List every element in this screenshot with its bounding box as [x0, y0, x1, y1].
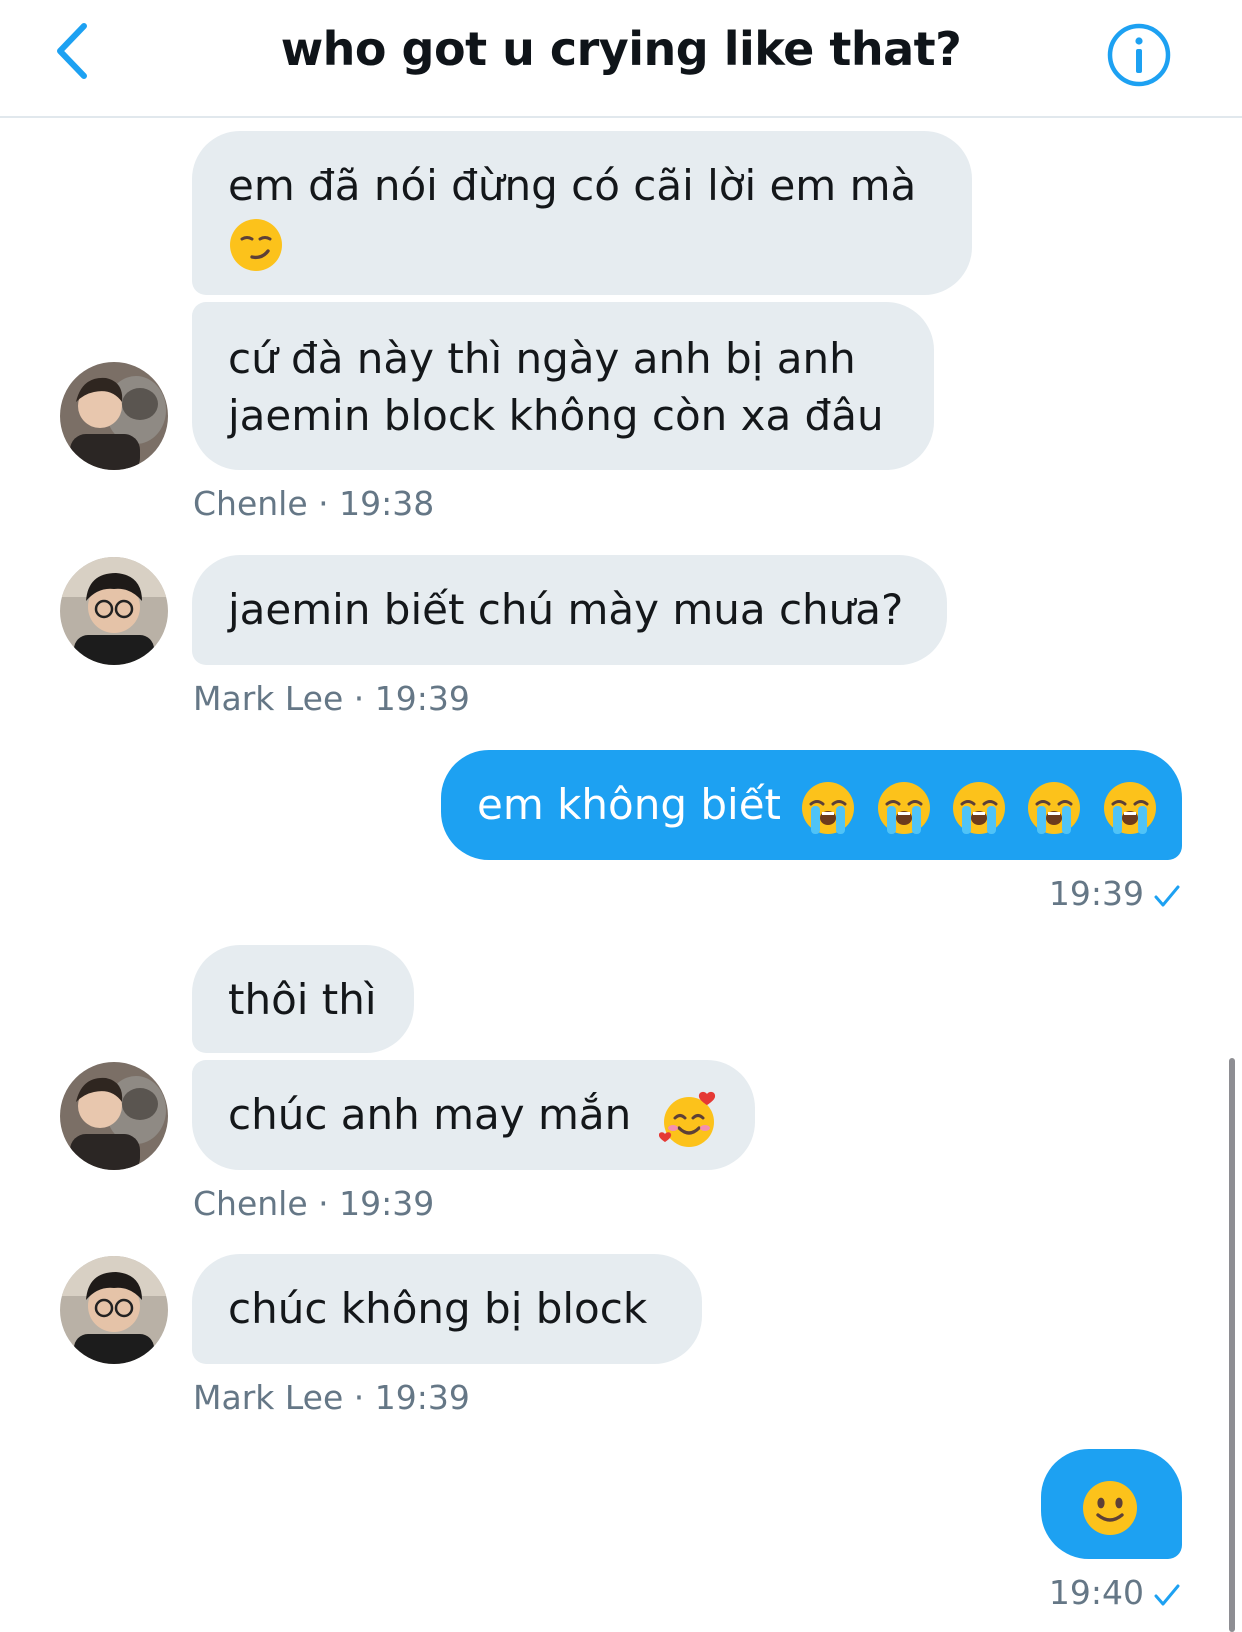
avatar-mark-lee[interactable] [60, 1256, 168, 1364]
message-meta: Mark Lee · 19:39 [193, 1378, 470, 1417]
message-text-line: jaemin block không còn xa đâu [228, 391, 884, 440]
chevron-left-icon [57, 23, 87, 79]
sent-check-icon [1154, 885, 1180, 906]
message-bubble-outgoing[interactable] [1041, 1449, 1182, 1559]
smirking-face-emoji [228, 217, 284, 273]
loudly-crying-face-emoji [876, 780, 932, 836]
message-meta: Chenle · 19:39 [193, 1184, 435, 1223]
message-meta-outgoing: 19:40 [900, 1573, 1182, 1612]
message-text: em đã nói đừng có cãi lời em mà [228, 161, 917, 210]
message-text: thôi thì [228, 975, 377, 1024]
message-text: chúc không bị block [228, 1284, 648, 1333]
message-text-line: cứ đà này thì ngày anh bị anh [228, 334, 856, 383]
message-meta: Chenle · 19:38 [193, 484, 435, 523]
avatar-chenle[interactable] [60, 362, 168, 470]
loudly-crying-face-emoji [951, 780, 1007, 836]
avatar-chenle[interactable] [60, 1062, 168, 1170]
message-bubble-incoming[interactable]: thôi thì [192, 945, 414, 1053]
message-meta: Mark Lee · 19:39 [193, 679, 470, 718]
message-bubble-incoming[interactable]: em đã nói đừng có cãi lời em mà [192, 131, 972, 295]
message-bubble-incoming[interactable]: cứ đà này thì ngày anh bị anh jaemin blo… [192, 302, 934, 470]
smiling-face-with-hearts-emoji [658, 1090, 715, 1147]
loudly-crying-face-emoji-row [794, 780, 1157, 834]
back-button[interactable] [50, 20, 100, 82]
message-timestamp: 19:40 [1048, 1573, 1144, 1612]
message-bubble-outgoing[interactable]: em không biết [441, 750, 1182, 860]
message-meta-outgoing: 19:39 [900, 874, 1182, 913]
info-button[interactable] [1106, 22, 1172, 88]
message-bubble-incoming[interactable]: chúc anh may mắn [192, 1060, 755, 1170]
conversation-header: who got u crying like that? [0, 0, 1242, 118]
message-timestamp: 19:39 [1048, 874, 1144, 913]
message-text: chúc anh may mắn [228, 1090, 632, 1139]
message-bubble-incoming[interactable]: chúc không bị block [192, 1254, 702, 1364]
loudly-crying-face-emoji [1026, 780, 1082, 836]
message-text: em không biết [477, 780, 782, 829]
message-text: jaemin biết chú mày mua chưa? [228, 585, 904, 634]
message-bubble-incoming[interactable]: jaemin biết chú mày mua chưa? [192, 555, 947, 665]
conversation-title: who got u crying like that? [280, 22, 962, 76]
sent-check-icon [1154, 1584, 1180, 1605]
info-icon [1107, 23, 1171, 87]
slightly-smiling-face-emoji [1081, 1479, 1137, 1535]
loudly-crying-face-emoji [1102, 780, 1158, 836]
loudly-crying-face-emoji [800, 780, 856, 836]
scrollbar[interactable] [1229, 1058, 1235, 1632]
avatar-mark-lee[interactable] [60, 557, 168, 665]
